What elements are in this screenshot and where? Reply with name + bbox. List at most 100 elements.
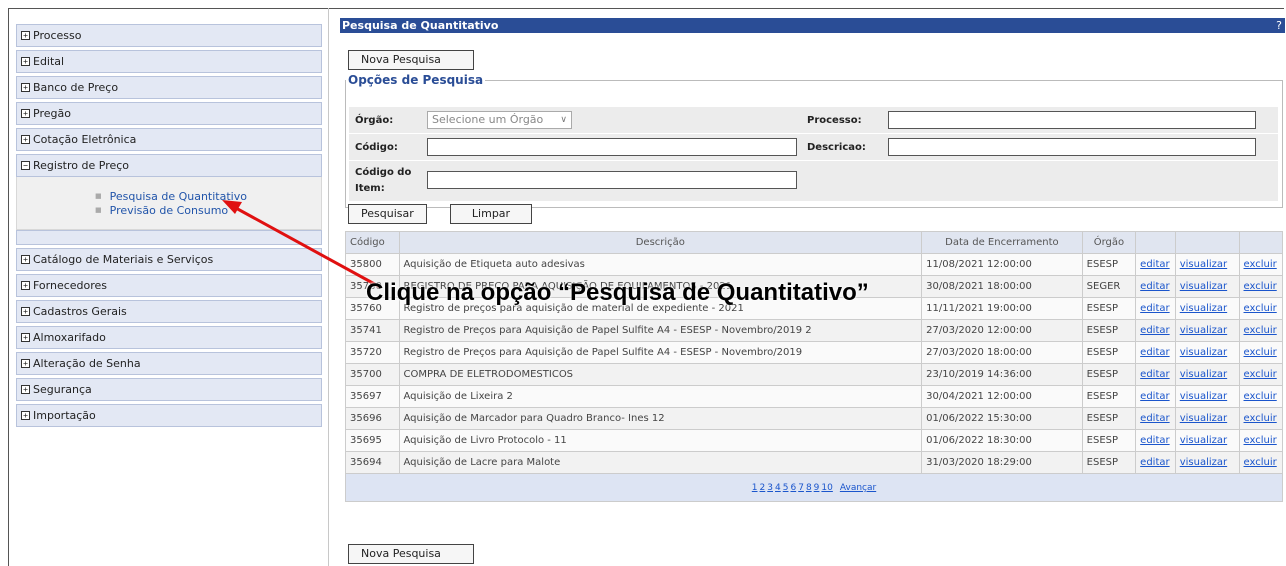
editar-link[interactable]: editar xyxy=(1140,369,1169,380)
limpar-button[interactable]: Limpar xyxy=(450,204,532,224)
excluir-link[interactable]: excluir xyxy=(1244,369,1277,380)
visualizar-link[interactable]: visualizar xyxy=(1180,413,1227,424)
bullet-icon: ■ xyxy=(95,206,102,214)
expand-icon[interactable]: + xyxy=(21,359,30,368)
excluir-link[interactable]: excluir xyxy=(1244,325,1277,336)
visualizar-link[interactable]: visualizar xyxy=(1180,303,1227,314)
visualizar-link[interactable]: visualizar xyxy=(1180,391,1227,402)
page-link[interactable]: 1 xyxy=(752,483,758,493)
action-cell: excluir xyxy=(1238,451,1284,474)
orgao-cell: ESESP xyxy=(1081,407,1137,430)
page-link[interactable]: 4 xyxy=(775,483,781,493)
excluir-link[interactable]: excluir xyxy=(1244,413,1277,424)
submenu-link-label[interactable]: Pesquisa de Quantitativo xyxy=(110,190,247,203)
editar-link[interactable]: editar xyxy=(1140,457,1169,468)
nova-pesquisa-button-top[interactable]: Nova Pesquisa xyxy=(348,50,474,70)
excluir-link[interactable]: excluir xyxy=(1244,347,1277,358)
visualizar-link[interactable]: visualizar xyxy=(1180,259,1227,270)
sidebar-item-label: Cotação Eletrônica xyxy=(33,133,137,146)
editar-link[interactable]: editar xyxy=(1140,303,1169,314)
codigo-input[interactable] xyxy=(427,138,797,156)
expand-icon[interactable]: + xyxy=(21,57,30,66)
orgao-cell: ESESP xyxy=(1081,363,1137,386)
page-link[interactable]: 7 xyxy=(798,483,804,493)
codigo-item-input[interactable] xyxy=(427,171,797,189)
submenu-registro-de-preco: ■ Pesquisa de Quantitativo ■ Previsão de Co… xyxy=(16,177,322,230)
page-link[interactable]: 6 xyxy=(790,483,796,493)
excluir-link[interactable]: excluir xyxy=(1244,435,1277,446)
excluir-link[interactable]: excluir xyxy=(1244,303,1277,314)
submenu-link-label[interactable]: Previsão de Consumo xyxy=(110,204,229,217)
expand-icon[interactable]: + xyxy=(21,281,30,290)
codigo-cell: 35800 xyxy=(345,253,400,276)
orgao-select[interactable]: Selecione um Órgão ∨ xyxy=(427,111,572,129)
sidebar-item-cotacao-eletronica[interactable]: + Cotação Eletrônica xyxy=(16,128,322,151)
help-icon[interactable]: ? xyxy=(1276,18,1282,33)
sidebar-item-banco-de-preco[interactable]: + Banco de Preço xyxy=(16,76,322,99)
expand-icon[interactable]: + xyxy=(21,83,30,92)
sidebar-item-fornecedores[interactable]: + Fornecedores xyxy=(16,274,322,297)
search-options: Opções de Pesquisa Órgão: Selecione um Ó… xyxy=(345,73,1283,208)
editar-link[interactable]: editar xyxy=(1140,259,1169,270)
editar-link[interactable]: editar xyxy=(1140,435,1169,446)
sidebar-item-edital[interactable]: + Edital xyxy=(16,50,322,73)
page-link[interactable]: 8 xyxy=(806,483,812,493)
visualizar-link[interactable]: visualizar xyxy=(1180,457,1227,468)
sidebar-item-registro-de-preco[interactable]: − Registro de Preço xyxy=(16,154,322,177)
processo-input[interactable] xyxy=(888,111,1256,129)
codigo-cell: 35695 xyxy=(345,429,400,452)
page-link[interactable]: 9 xyxy=(814,483,820,493)
expand-icon[interactable]: + xyxy=(21,31,30,40)
page-link[interactable]: 10 xyxy=(821,483,832,493)
sidebar-item-alteracao-de-senha[interactable]: + Alteração de Senha xyxy=(16,352,322,375)
collapse-icon[interactable]: − xyxy=(21,161,30,170)
editar-link[interactable]: editar xyxy=(1140,391,1169,402)
visualizar-link[interactable]: visualizar xyxy=(1180,347,1227,358)
descricao-cell: Aquisição de Marcador para Quadro Branco… xyxy=(398,407,923,430)
page-link[interactable]: 3 xyxy=(767,483,773,493)
sidebar-item-pregao[interactable]: + Pregão xyxy=(16,102,322,125)
expand-icon[interactable]: + xyxy=(21,307,30,316)
sidebar-item-cadastros-gerais[interactable]: + Cadastros Gerais xyxy=(16,300,322,323)
expand-icon[interactable]: + xyxy=(21,411,30,420)
page-link[interactable]: 5 xyxy=(783,483,789,493)
expand-icon[interactable]: + xyxy=(21,255,30,264)
expand-icon[interactable]: + xyxy=(21,109,30,118)
visualizar-link[interactable]: visualizar xyxy=(1180,325,1227,336)
sidebar-item-importacao[interactable]: + Importação xyxy=(16,404,322,427)
expand-icon[interactable]: + xyxy=(21,385,30,394)
processo-label: Processo: xyxy=(807,115,862,126)
editar-link[interactable]: editar xyxy=(1140,413,1169,424)
pesquisar-button[interactable]: Pesquisar xyxy=(348,204,427,224)
next-page-link[interactable]: Avançar xyxy=(840,483,876,493)
excluir-link[interactable]: excluir xyxy=(1244,457,1277,468)
submenu-pesquisa-quantitativo[interactable]: ■ Pesquisa de Quantitativo xyxy=(95,189,321,203)
results-table: Código Descrição Data de Encerramento Órgão… xyxy=(345,231,1284,502)
column-header: Órgão xyxy=(1081,231,1137,254)
visualizar-link[interactable]: visualizar xyxy=(1180,369,1227,380)
page-link[interactable]: 2 xyxy=(760,483,766,493)
visualizar-link[interactable]: visualizar xyxy=(1180,435,1227,446)
table-row: 35800 Aquisição de Etiqueta auto adesivas… xyxy=(345,253,1284,276)
editar-link[interactable]: editar xyxy=(1140,347,1169,358)
sidebar-item-almoxarifado[interactable]: + Almoxarifado xyxy=(16,326,322,349)
descricao-input[interactable] xyxy=(888,138,1256,156)
sidebar-item-label: Processo xyxy=(33,29,82,42)
excluir-link[interactable]: excluir xyxy=(1244,259,1277,270)
expand-icon[interactable]: + xyxy=(21,333,30,342)
editar-link[interactable]: editar xyxy=(1140,325,1169,336)
nova-pesquisa-button-bottom[interactable]: Nova Pesquisa xyxy=(348,544,474,564)
visualizar-link[interactable]: visualizar xyxy=(1180,281,1227,292)
editar-link[interactable]: editar xyxy=(1140,281,1169,292)
sidebar-item-processo[interactable]: + Processo xyxy=(16,24,322,47)
sidebar-item-seguranca[interactable]: + Segurança xyxy=(16,378,322,401)
submenu-previsao-consumo[interactable]: ■ Previsão de Consumo xyxy=(95,203,321,217)
action-cell: visualizar xyxy=(1174,451,1240,474)
codigo-cell: 35697 xyxy=(345,385,400,408)
sidebar-item-catalogo-de-materiais-e-servicos[interactable]: + Catálogo de Materiais e Serviços xyxy=(16,248,322,271)
expand-icon[interactable]: + xyxy=(21,135,30,144)
excluir-link[interactable]: excluir xyxy=(1244,391,1277,402)
data-cell: 30/04/2021 12:00:00 xyxy=(921,385,1083,408)
action-cell: visualizar xyxy=(1174,429,1240,452)
excluir-link[interactable]: excluir xyxy=(1244,281,1277,292)
